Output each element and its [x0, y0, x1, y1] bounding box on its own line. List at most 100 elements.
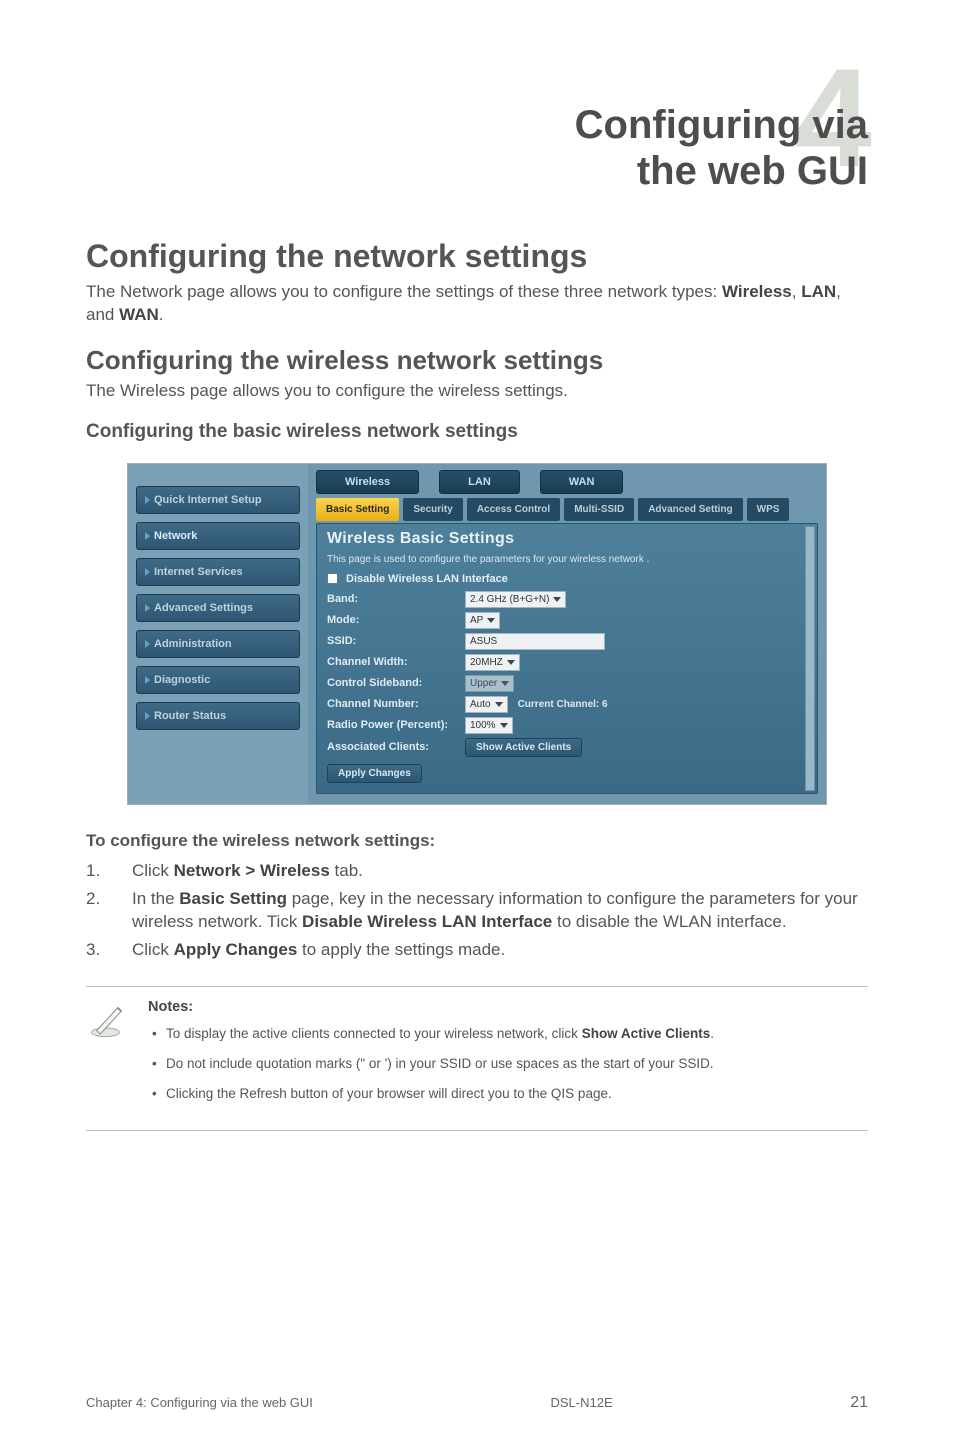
select-band[interactable]: 2.4 GHz (B+G+N) — [465, 591, 566, 608]
select-mode[interactable]: AP — [465, 612, 500, 629]
sidebar-label: Advanced Settings — [154, 602, 253, 614]
sidebar-item-advanced-settings[interactable]: Advanced Settings — [136, 594, 300, 622]
subsection-heading: Configuring the wireless network setting… — [86, 345, 868, 376]
select-radio-power[interactable]: 100% — [465, 717, 513, 734]
subtab-advanced-setting[interactable]: Advanced Setting — [638, 498, 742, 521]
text: to apply the settings made. — [297, 940, 505, 959]
chevron-right-icon — [145, 532, 150, 540]
bold-wan: WAN — [119, 305, 159, 324]
apply-row: Apply Changes — [327, 763, 807, 783]
step-2: 2. In the Basic Setting page, key in the… — [86, 887, 868, 935]
footer-page-number: 21 — [850, 1394, 868, 1412]
text: to disable the WLAN interface. — [552, 912, 786, 931]
input-ssid[interactable]: ASUS — [465, 633, 605, 650]
chevron-right-icon — [145, 496, 150, 504]
chapter-title-line1: Configuring via — [575, 103, 868, 147]
chapter-title: Configuring via the web GUI — [86, 102, 868, 194]
sidebar-item-router-status[interactable]: Router Status — [136, 702, 300, 730]
router-ui-screenshot: Quick Internet Setup Network Internet Se… — [127, 463, 827, 805]
disable-wlan-checkbox[interactable] — [327, 573, 338, 584]
label-ssid: SSID: — [327, 635, 465, 647]
text: tab. — [330, 861, 363, 880]
show-active-clients-button[interactable]: Show Active Clients — [465, 738, 582, 757]
text: In the — [132, 889, 179, 908]
select-value: 100% — [470, 720, 496, 731]
settings-panel: Wireless Basic Settings This page is use… — [316, 523, 818, 794]
bold: Basic Setting — [179, 889, 287, 908]
note-2: Do not include quotation marks (" or ') … — [148, 1055, 862, 1073]
chevron-down-icon — [507, 660, 515, 665]
chevron-down-icon — [495, 702, 503, 707]
subtab-security[interactable]: Security — [403, 498, 462, 521]
select-value: 2.4 GHz (B+G+N) — [470, 594, 549, 605]
tab-wan[interactable]: WAN — [540, 470, 624, 494]
label-associated-clients: Associated Clients: — [327, 741, 465, 753]
bold: Show Active Clients — [582, 1026, 711, 1041]
label-control-sideband: Control Sideband: — [327, 677, 465, 689]
sidebar-label: Router Status — [154, 710, 226, 722]
subtab-basic-setting[interactable]: Basic Setting — [316, 498, 399, 521]
chevron-right-icon — [145, 604, 150, 612]
text: Click — [132, 940, 174, 959]
chevron-down-icon — [553, 597, 561, 602]
panel-note: This page is used to configure the param… — [327, 554, 807, 565]
router-main: Wireless LAN WAN Basic Setting Security … — [308, 464, 826, 804]
step-number: 3. — [86, 938, 100, 962]
router-ui-inner: Quick Internet Setup Network Internet Se… — [128, 464, 826, 804]
chevron-right-icon — [145, 676, 150, 684]
steps-list: 1. Click Network > Wireless tab. 2. In t… — [86, 859, 868, 962]
tab-wireless[interactable]: Wireless — [316, 470, 419, 494]
subtab-multi-ssid[interactable]: Multi-SSID — [564, 498, 634, 521]
select-value: Upper — [470, 678, 497, 689]
sidebar-label: Diagnostic — [154, 674, 210, 686]
chevron-down-icon — [501, 681, 509, 686]
sidebar-item-diagnostic[interactable]: Diagnostic — [136, 666, 300, 694]
step-number: 1. — [86, 859, 100, 883]
scrollbar[interactable] — [805, 526, 815, 791]
text: . — [710, 1026, 714, 1041]
chevron-down-icon — [487, 618, 495, 623]
select-channel-number[interactable]: Auto — [465, 696, 508, 713]
notes-box: Notes: To display the active clients con… — [86, 986, 868, 1131]
subtab-access-control[interactable]: Access Control — [467, 498, 560, 521]
row-channel-number: Channel Number: Auto Current Channel: 6 — [327, 696, 807, 713]
router-sidebar: Quick Internet Setup Network Internet Se… — [128, 464, 308, 804]
label-radio-power: Radio Power (Percent): — [327, 719, 465, 731]
row-band: Band: 2.4 GHz (B+G+N) — [327, 591, 807, 608]
sidebar-item-administration[interactable]: Administration — [136, 630, 300, 658]
text: Click — [132, 861, 174, 880]
text: , — [792, 282, 801, 301]
chevron-right-icon — [145, 712, 150, 720]
label-mode: Mode: — [327, 614, 465, 626]
subtab-wps[interactable]: WPS — [747, 498, 790, 521]
bold-wireless: Wireless — [722, 282, 792, 301]
bold: Disable Wireless LAN Interface — [302, 912, 552, 931]
row-associated-clients: Associated Clients: Show Active Clients — [327, 738, 807, 757]
tab-lan[interactable]: LAN — [439, 470, 520, 494]
notes-list: To display the active clients connected … — [148, 1025, 862, 1104]
apply-changes-button[interactable]: Apply Changes — [327, 764, 422, 783]
label-channel-number: Channel Number: — [327, 698, 465, 710]
note-1: To display the active clients connected … — [148, 1025, 862, 1043]
step-3: 3. Click Apply Changes to apply the sett… — [86, 938, 868, 962]
select-channel-width[interactable]: 20MHZ — [465, 654, 520, 671]
text: To display the active clients connected … — [166, 1026, 582, 1041]
step-1: 1. Click Network > Wireless tab. — [86, 859, 868, 883]
sidebar-item-network[interactable]: Network — [136, 522, 300, 550]
row-mode: Mode: AP — [327, 612, 807, 629]
sidebar-item-internet-services[interactable]: Internet Services — [136, 558, 300, 586]
sidebar-label: Internet Services — [154, 566, 243, 578]
row-ssid: SSID: ASUS — [327, 633, 807, 650]
notes-body: Notes: To display the active clients con… — [148, 999, 862, 1116]
disable-wlan-row: Disable Wireless LAN Interface — [327, 573, 807, 585]
sidebar-item-quick-setup[interactable]: Quick Internet Setup — [136, 486, 300, 514]
subsubsection-heading: Configuring the basic wireless network s… — [86, 421, 868, 443]
subsection-paragraph: The Wireless page allows you to configur… — [86, 380, 868, 403]
disable-wlan-label: Disable Wireless LAN Interface — [346, 573, 508, 585]
label-channel-width: Channel Width: — [327, 656, 465, 668]
select-value: AP — [470, 615, 483, 626]
note-3: Clicking the Refresh button of your brow… — [148, 1085, 862, 1103]
bold: Apply Changes — [174, 940, 298, 959]
sub-tabs: Basic Setting Security Access Control Mu… — [316, 498, 818, 521]
sidebar-label: Network — [154, 530, 197, 542]
